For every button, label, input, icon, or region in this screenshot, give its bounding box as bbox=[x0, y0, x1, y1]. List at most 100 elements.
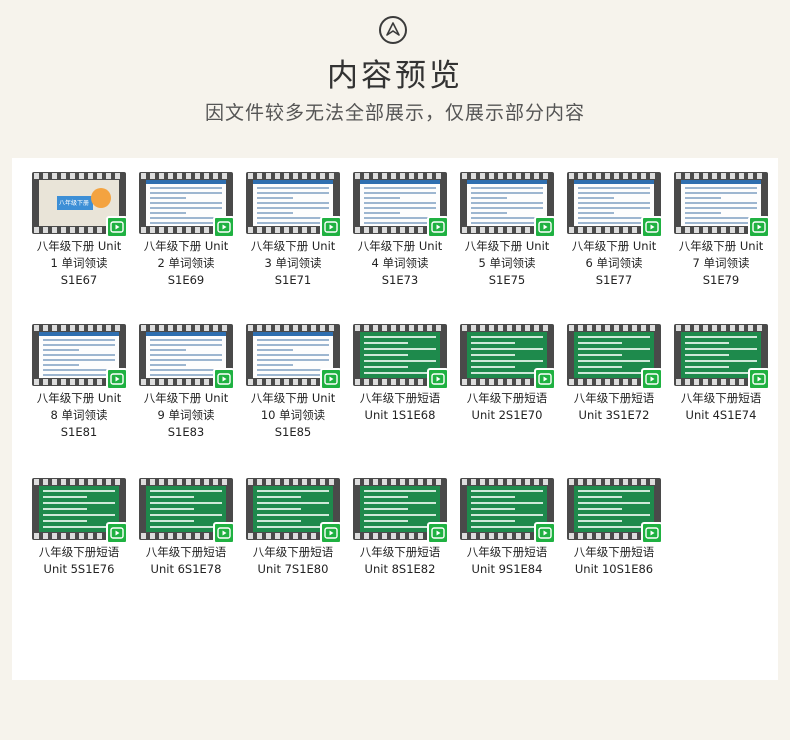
file-title-line1: 八年级下册短语 bbox=[466, 391, 548, 405]
file-card[interactable]: 八年级下册短语 Unit 9S1E84 bbox=[460, 478, 556, 578]
file-card[interactable]: 八年级下册 Unit 10 单词领读 S1E85 bbox=[246, 324, 342, 441]
video-thumbnail[interactable]: 八年级下册 bbox=[32, 172, 128, 238]
file-title-line3: S1E67 bbox=[60, 273, 98, 287]
file-title-line1: 八年级下册短语 bbox=[359, 545, 441, 559]
video-play-icon[interactable] bbox=[641, 522, 663, 544]
file-title: 八年级下册短语 Unit 6S1E78 bbox=[133, 544, 239, 578]
video-play-icon[interactable] bbox=[320, 522, 342, 544]
video-play-icon[interactable] bbox=[534, 216, 556, 238]
video-thumbnail[interactable] bbox=[32, 478, 128, 544]
file-card[interactable]: 八年级下册 Unit 5 单词领读 S1E75 bbox=[460, 172, 556, 289]
video-thumbnail[interactable] bbox=[567, 172, 663, 238]
file-title-line2: Unit 3S1E72 bbox=[578, 408, 650, 422]
video-play-icon[interactable] bbox=[106, 216, 128, 238]
file-card[interactable]: 八年级下册短语 Unit 3S1E72 bbox=[567, 324, 663, 424]
file-title-line2: 3 单词领读 bbox=[264, 256, 322, 270]
file-title: 八年级下册短语 Unit 4S1E74 bbox=[668, 390, 774, 424]
video-thumbnail[interactable] bbox=[567, 324, 663, 390]
file-card[interactable]: 八年级下册短语 Unit 5S1E76 bbox=[32, 478, 128, 578]
file-title-line2: 4 单词领读 bbox=[371, 256, 429, 270]
file-title: 八年级下册短语 Unit 5S1E76 bbox=[26, 544, 132, 578]
file-title-line3: S1E85 bbox=[274, 425, 312, 439]
video-play-icon[interactable] bbox=[320, 368, 342, 390]
video-thumbnail[interactable] bbox=[353, 324, 449, 390]
video-play-icon[interactable] bbox=[427, 522, 449, 544]
video-play-icon[interactable] bbox=[213, 522, 235, 544]
file-title: 八年级下册 Unit 10 单词领读 S1E85 bbox=[240, 390, 346, 441]
file-card[interactable]: 八年级下册 Unit 4 单词领读 S1E73 bbox=[353, 172, 449, 289]
video-thumbnail[interactable] bbox=[139, 172, 235, 238]
file-title-line1: 八年级下册 Unit bbox=[143, 239, 229, 253]
video-thumbnail[interactable] bbox=[567, 478, 663, 544]
video-thumbnail[interactable] bbox=[139, 478, 235, 544]
file-title-line1: 八年级下册短语 bbox=[359, 391, 441, 405]
video-play-icon[interactable] bbox=[641, 368, 663, 390]
file-title-line1: 八年级下册短语 bbox=[466, 545, 548, 559]
file-title-line2: Unit 2S1E70 bbox=[471, 408, 543, 422]
page-title: 内容预览 bbox=[327, 58, 463, 94]
file-title: 八年级下册短语 Unit 2S1E70 bbox=[454, 390, 560, 424]
video-play-icon[interactable] bbox=[748, 368, 770, 390]
file-title-line2: Unit 8S1E82 bbox=[364, 562, 436, 576]
file-card[interactable]: 八年级下册短语 Unit 7S1E80 bbox=[246, 478, 342, 578]
video-thumbnail[interactable] bbox=[353, 172, 449, 238]
video-play-icon[interactable] bbox=[534, 522, 556, 544]
video-play-icon[interactable] bbox=[106, 368, 128, 390]
file-card[interactable]: 八年级下册 Unit 7 单词领读 S1E79 bbox=[674, 172, 770, 289]
file-title-line2: Unit 6S1E78 bbox=[150, 562, 222, 576]
preview-header: 内容预览 因文件较多无法全部展示，仅展示部分内容 bbox=[0, 0, 790, 150]
video-thumbnail[interactable] bbox=[32, 324, 128, 390]
file-card[interactable]: 八年级下册短语 Unit 10S1E86 bbox=[567, 478, 663, 578]
video-thumbnail[interactable] bbox=[246, 478, 342, 544]
file-card[interactable]: 八年级下册短语 Unit 4S1E74 bbox=[674, 324, 770, 424]
video-play-icon[interactable] bbox=[534, 368, 556, 390]
file-title-line1: 八年级下册短语 bbox=[252, 545, 334, 559]
video-thumbnail[interactable] bbox=[674, 324, 770, 390]
video-thumbnail[interactable] bbox=[353, 478, 449, 544]
video-play-icon[interactable] bbox=[427, 216, 449, 238]
preview-grid: 八年级下册 八年级下册 Unit 1 单词领读 S1E67 八年级下册 Unit 2 单词… bbox=[12, 158, 778, 680]
file-title-line2: 6 单词领读 bbox=[585, 256, 643, 270]
file-card[interactable]: 八年级下册 Unit 3 单词领读 S1E71 bbox=[246, 172, 342, 289]
file-title-line2: 9 单词领读 bbox=[157, 408, 215, 422]
file-card[interactable]: 八年级下册 Unit 2 单词领读 S1E69 bbox=[139, 172, 235, 289]
video-play-icon[interactable] bbox=[213, 216, 235, 238]
file-title-line1: 八年级下册短语 bbox=[680, 391, 762, 405]
file-title-line3: S1E75 bbox=[488, 273, 526, 287]
file-title-line2: 7 单词领读 bbox=[692, 256, 750, 270]
video-play-icon[interactable] bbox=[106, 522, 128, 544]
file-card[interactable]: 八年级下册 八年级下册 Unit 1 单词领读 S1E67 bbox=[32, 172, 128, 289]
up-arrow-circle-icon bbox=[379, 16, 407, 44]
file-card[interactable]: 八年级下册短语 Unit 1S1E68 bbox=[353, 324, 449, 424]
video-play-icon[interactable] bbox=[213, 368, 235, 390]
video-play-icon[interactable] bbox=[320, 216, 342, 238]
file-title: 八年级下册 Unit 2 单词领读 S1E69 bbox=[133, 238, 239, 289]
file-card[interactable]: 八年级下册 Unit 6 单词领读 S1E77 bbox=[567, 172, 663, 289]
video-thumbnail[interactable] bbox=[460, 478, 556, 544]
file-title-line1: 八年级下册短语 bbox=[145, 545, 227, 559]
file-card[interactable]: 八年级下册短语 Unit 6S1E78 bbox=[139, 478, 235, 578]
file-card[interactable]: 八年级下册短语 Unit 2S1E70 bbox=[460, 324, 556, 424]
file-card[interactable]: 八年级下册短语 Unit 8S1E82 bbox=[353, 478, 449, 578]
file-title-line1: 八年级下册 Unit bbox=[250, 391, 336, 405]
video-thumbnail[interactable] bbox=[246, 172, 342, 238]
video-thumbnail[interactable] bbox=[246, 324, 342, 390]
file-title-line3: S1E77 bbox=[595, 273, 633, 287]
file-title-line1: 八年级下册 Unit bbox=[36, 391, 122, 405]
file-title: 八年级下册 Unit 6 单词领读 S1E77 bbox=[561, 238, 667, 289]
cover-label: 八年级下册 bbox=[59, 200, 90, 207]
video-play-icon[interactable] bbox=[748, 216, 770, 238]
video-play-icon[interactable] bbox=[427, 368, 449, 390]
video-thumbnail[interactable] bbox=[139, 324, 235, 390]
file-title-line2: 2 单词领读 bbox=[157, 256, 215, 270]
file-card[interactable]: 八年级下册 Unit 8 单词领读 S1E81 bbox=[32, 324, 128, 441]
video-thumbnail[interactable] bbox=[460, 172, 556, 238]
file-title-line1: 八年级下册短语 bbox=[573, 545, 655, 559]
video-thumbnail[interactable] bbox=[674, 172, 770, 238]
file-card[interactable]: 八年级下册 Unit 9 单词领读 S1E83 bbox=[139, 324, 235, 441]
file-title: 八年级下册短语 Unit 8S1E82 bbox=[347, 544, 453, 578]
video-thumbnail[interactable] bbox=[460, 324, 556, 390]
file-title-line2: 5 单词领读 bbox=[478, 256, 536, 270]
file-title-line3: S1E69 bbox=[167, 273, 205, 287]
video-play-icon[interactable] bbox=[641, 216, 663, 238]
